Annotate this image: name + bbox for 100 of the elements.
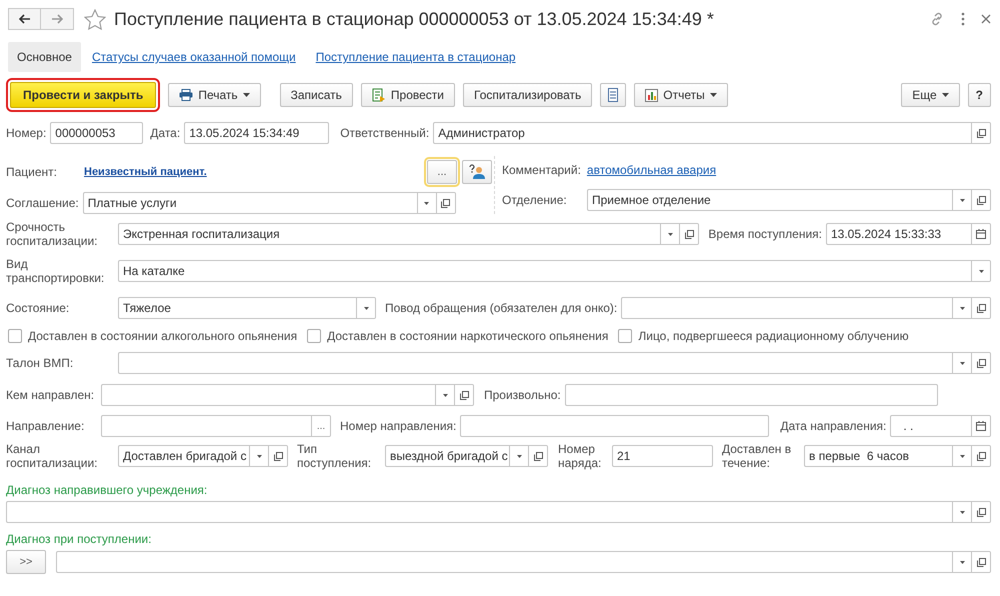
checkbox-label[interactable]: Лицо, подвергшееся радиационному облучению <box>618 329 909 343</box>
calendar-button[interactable] <box>971 416 990 436</box>
hospitalize-button[interactable]: Госпитализировать <box>463 83 592 107</box>
field-label: Срочность госпитализации: <box>6 220 99 248</box>
open-icon <box>976 128 986 138</box>
open-icon <box>441 198 450 208</box>
open-button[interactable] <box>971 353 990 373</box>
field-label: Номер наряда: <box>558 442 602 470</box>
link-icon[interactable] <box>929 11 945 27</box>
tab[interactable]: Поступление пациента в стационар <box>306 42 525 72</box>
open-button[interactable] <box>679 224 698 244</box>
checkbox[interactable] <box>618 329 632 343</box>
back-button[interactable] <box>8 8 41 30</box>
close-icon[interactable] <box>981 14 991 24</box>
channel-field[interactable]: Доставлен бригадой с <box>118 445 288 467</box>
referral-field[interactable]: ... <box>101 415 331 437</box>
field-label: Повод обращения (обязателен для онко): <box>385 301 618 315</box>
department-field[interactable]: Приемное отделение <box>587 189 991 211</box>
tab[interactable]: Основное <box>8 42 81 72</box>
dropdown-button[interactable] <box>971 261 990 281</box>
comment-link[interactable]: автомобильная авария <box>586 163 716 177</box>
number-field[interactable]: 000000053 <box>50 122 144 144</box>
patient-link[interactable]: Неизвестный пациент. <box>84 166 207 178</box>
caret-icon <box>442 394 448 396</box>
calendar-button[interactable] <box>971 224 990 244</box>
open-button[interactable] <box>971 190 990 210</box>
caret-icon <box>960 454 964 458</box>
admission-diagnosis-field[interactable] <box>56 551 991 573</box>
dropdown-button[interactable] <box>356 298 375 318</box>
urgency-field[interactable]: Экстренная госпитализация <box>118 223 700 245</box>
caret-icon <box>960 362 964 364</box>
referral-date-field[interactable]: . . <box>890 415 991 437</box>
open-icon <box>976 508 986 516</box>
caret-icon <box>960 198 964 202</box>
vmp-field[interactable] <box>118 352 991 374</box>
open-button[interactable] <box>268 446 287 466</box>
field-label: Вид транспортировки: <box>6 257 106 285</box>
post-button[interactable]: Провести <box>360 83 455 107</box>
arrival-time-field[interactable]: 13.05.2024 15:33:33 <box>826 223 991 245</box>
open-button[interactable] <box>971 552 990 572</box>
field-label: Кем направлен: <box>6 388 96 402</box>
select-button[interactable]: ... <box>427 160 457 184</box>
open-button[interactable] <box>971 502 990 522</box>
date-field[interactable]: 13.05.2024 15:34:49 <box>184 122 330 144</box>
person-button[interactable] <box>462 160 492 184</box>
field-label: Пациент: <box>6 165 58 179</box>
open-button[interactable] <box>971 298 990 318</box>
open-button[interactable] <box>528 446 547 466</box>
reports-button[interactable]: Отчеты <box>634 83 728 107</box>
more-button[interactable]: Еще <box>901 83 960 107</box>
open-icon <box>534 452 542 460</box>
field-label: Произвольно: <box>484 388 561 402</box>
caret-icon <box>978 270 984 272</box>
checkbox[interactable] <box>307 329 322 343</box>
referring-diagnosis-field[interactable] <box>6 501 991 523</box>
section-label: Диагноз при поступлении: <box>6 532 152 546</box>
field-label: Канал госпитализации: <box>6 442 99 470</box>
condition-field[interactable]: Тяжелое <box>118 297 376 319</box>
agreement-field[interactable]: Платные услуги <box>82 192 456 214</box>
checkbox[interactable] <box>8 329 22 343</box>
expand-button[interactable]: >> <box>6 550 46 574</box>
arbitrary-field[interactable] <box>564 384 938 406</box>
open-button[interactable] <box>971 123 990 143</box>
open-icon <box>976 452 986 460</box>
star-icon[interactable] <box>84 8 106 30</box>
back-arrow-icon <box>18 14 30 24</box>
referral-number-field[interactable] <box>460 415 770 437</box>
checkbox-label[interactable]: Доставлен в состоянии наркотического опьянения <box>307 329 608 343</box>
printer-icon <box>179 89 194 101</box>
field-label: Направление: <box>6 419 86 433</box>
save-button[interactable]: Записать <box>280 83 353 107</box>
document-icon <box>372 88 386 102</box>
open-button[interactable] <box>971 446 990 466</box>
open-button[interactable] <box>454 385 473 405</box>
field-label: Соглашение: <box>6 196 79 210</box>
tab[interactable]: Статусы случаев оказанной помощи <box>82 42 305 72</box>
person-question-icon <box>469 164 485 180</box>
order-number-field[interactable]: 21 <box>612 445 713 467</box>
help-button[interactable]: ? <box>968 83 991 107</box>
caret-icon <box>256 454 262 458</box>
section-label: Диагноз направившего учреждения: <box>6 483 208 497</box>
caret-icon <box>942 93 949 97</box>
caret-icon <box>242 93 250 97</box>
calendar-icon <box>976 229 986 239</box>
print-button[interactable]: Печать <box>168 83 261 107</box>
caret-icon <box>960 306 964 310</box>
open-button[interactable] <box>436 193 455 213</box>
caret-icon <box>710 93 717 97</box>
list-button[interactable] <box>600 83 626 107</box>
delivered-within-field[interactable]: в первые 6 часов <box>804 445 991 467</box>
more-icon[interactable] <box>961 12 965 26</box>
admission-type-field[interactable]: выездной бригадой с <box>385 445 548 467</box>
caret-icon <box>364 306 368 310</box>
checkbox-label[interactable]: Доставлен в состоянии алкогольного опьянения <box>8 329 298 343</box>
field-label: Номер направления: <box>340 419 456 433</box>
reason-field[interactable] <box>621 297 991 319</box>
responsible-field[interactable]: Администратор <box>433 122 991 144</box>
transport-field[interactable]: На каталке <box>118 260 991 282</box>
select-button[interactable]: ... <box>311 416 330 436</box>
referred-by-field[interactable] <box>101 384 474 406</box>
